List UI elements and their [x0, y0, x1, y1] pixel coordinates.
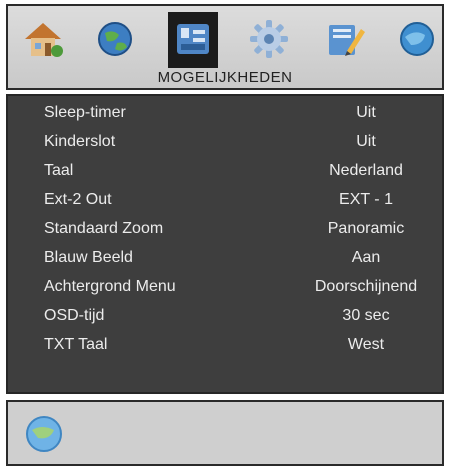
- edit-icon[interactable]: [322, 16, 368, 62]
- setting-row-kinderslot[interactable]: Kinderslot Uit: [8, 130, 442, 156]
- setting-value: Uit: [356, 133, 376, 150]
- setting-label: Taal: [44, 162, 74, 179]
- help-bar: [6, 400, 444, 466]
- setting-label: Kinderslot: [44, 133, 116, 150]
- setting-label: Ext-2 Out: [44, 191, 112, 208]
- home-icon[interactable]: [20, 16, 66, 62]
- features-icon[interactable]: [168, 12, 218, 68]
- settings-panel: Sleep-timer Uit Kinderslot Uit Taal Nede…: [6, 94, 444, 394]
- setting-row-blauw-beeld[interactable]: Blauw Beeld Aan: [8, 246, 442, 272]
- setting-label: TXT Taal: [44, 336, 108, 353]
- setting-row-taal[interactable]: Taal Nederland: [8, 159, 442, 185]
- source-globe-icon[interactable]: [394, 16, 440, 62]
- setting-label: Standaard Zoom: [44, 220, 164, 237]
- setting-label: Achtergrond Menu: [44, 278, 176, 295]
- menu-icon-bar: [16, 12, 436, 68]
- setting-value: Uit: [356, 104, 376, 121]
- gear-icon[interactable]: [246, 16, 292, 62]
- setting-value: Nederland: [329, 162, 403, 179]
- setting-value: EXT - 1: [339, 191, 393, 208]
- setting-value: West: [347, 336, 385, 353]
- setting-row-txt-taal[interactable]: TXT Taal West: [8, 333, 442, 359]
- globe-sound-icon[interactable]: [92, 16, 138, 62]
- setting-row-ext2-out[interactable]: Ext-2 Out EXT - 1: [8, 188, 442, 214]
- setting-row-sleep-timer[interactable]: Sleep-timer Uit: [8, 101, 442, 127]
- menu-header: MOGELIJKHEDEN: [6, 4, 444, 90]
- setting-value: 30 sec: [342, 307, 390, 324]
- setting-value: Panoramic: [327, 220, 405, 237]
- menu-title: MOGELIJKHEDEN: [157, 69, 293, 86]
- setting-value: Aan: [351, 249, 381, 266]
- setting-label: OSD-tijd: [44, 307, 105, 324]
- setting-row-osd-tijd[interactable]: OSD-tijd 30 sec: [8, 304, 442, 330]
- setting-value: Doorschijnend: [314, 278, 418, 295]
- setting-row-standaard-zoom[interactable]: Standaard Zoom Panoramic: [8, 217, 442, 243]
- globe-help-icon: [22, 412, 66, 456]
- setting-row-achtergrond-menu[interactable]: Achtergrond Menu Doorschijnend: [8, 275, 442, 301]
- setting-label: Blauw Beeld: [44, 249, 133, 266]
- setting-label: Sleep-timer: [44, 104, 126, 121]
